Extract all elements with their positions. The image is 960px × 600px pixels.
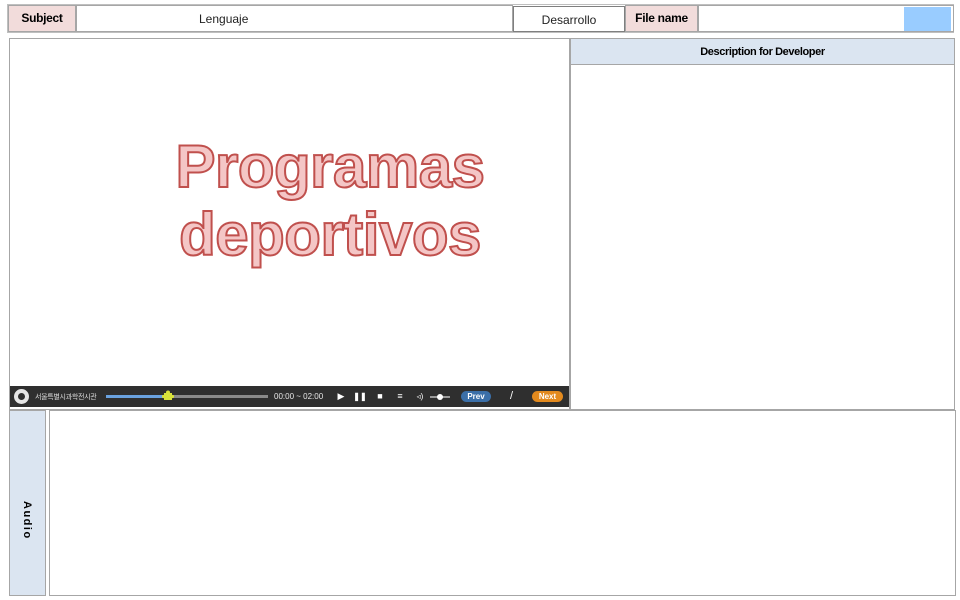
volume-slider[interactable] [430,394,450,400]
pause-icon: ❚❚ [353,392,367,401]
description-panel[interactable] [570,64,955,410]
player-brand: 서울특별시과학전시관 [35,394,97,401]
science-center-logo-icon [14,389,29,404]
slide-title-line2: deportivos [178,200,482,269]
pause-button[interactable]: ❚❚ [353,386,367,407]
speaker-icon: ◃) [416,392,424,401]
progress-fill [106,395,168,398]
subject-label: Subject [8,5,76,32]
menu-button[interactable]: ≡ [393,386,407,407]
subject-value-field[interactable]: Lenguaje [76,5,513,32]
page-indicator: / [510,390,514,402]
progress-track[interactable] [106,395,268,398]
audio-tab: Audio [9,410,46,596]
filename-label: File name [625,5,698,32]
play-button[interactable]: ▶ [334,386,348,407]
stop-icon: ■ [377,391,383,401]
list-menu-icon: ≡ [397,391,403,401]
category-field[interactable]: Desarrollo [513,6,625,32]
next-button[interactable]: Next [532,391,563,402]
audio-label: Audio [21,501,33,540]
stop-button[interactable]: ■ [373,386,387,407]
volume-button[interactable]: ◃) [413,386,427,407]
progress-handle[interactable] [161,390,174,402]
category-value: Desarrollo [541,13,597,27]
puzzle-handle-icon [161,390,174,400]
slide-title: Programas deportivos [10,132,650,269]
audio-panel[interactable] [49,410,956,596]
filename-color-swatch [904,7,951,31]
player-time: 00:00 ~ 02:00 [274,392,324,401]
subject-value: Lenguaje [199,12,249,26]
slide-title-line1: Programas [175,132,486,201]
media-player-bar: 서울특별시과학전시관 00:00 ~ 02:00 ▶ ❚❚ ■ ≡ ◃) Pre… [10,386,569,407]
volume-knob[interactable] [437,394,443,400]
slide-preview: Programas deportivos [9,38,570,410]
description-header: Description for Developer [570,38,955,65]
play-icon: ▶ [337,391,345,401]
prev-button[interactable]: Prev [461,391,491,402]
